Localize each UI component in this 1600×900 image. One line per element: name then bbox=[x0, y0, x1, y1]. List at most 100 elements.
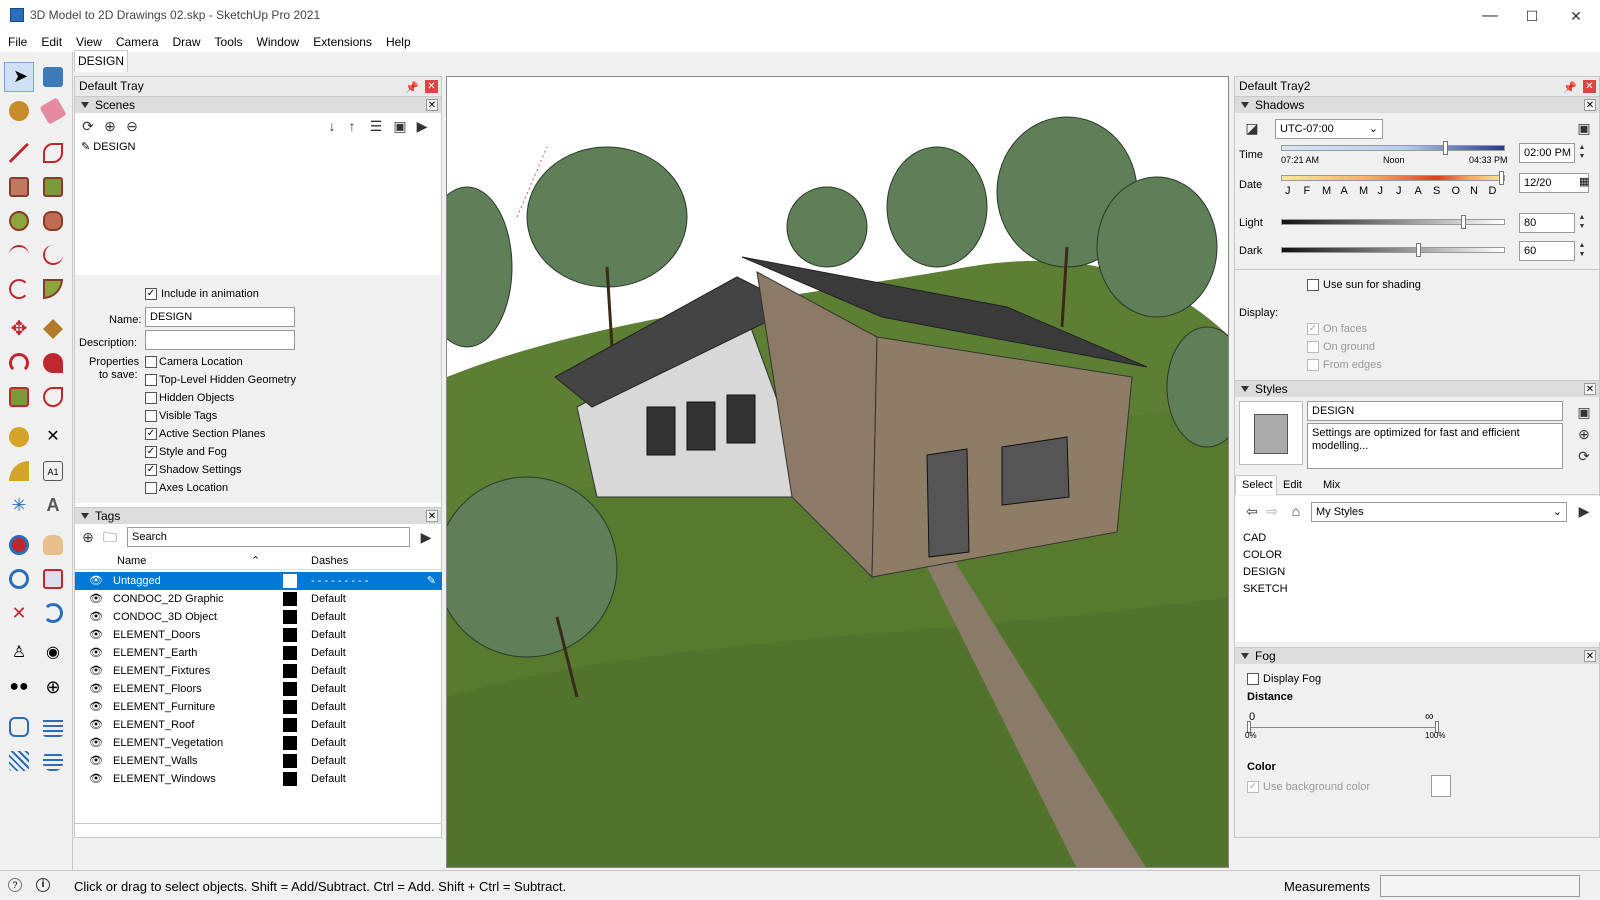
geo-location-icon[interactable]: ? bbox=[8, 878, 22, 892]
remove-scene-button[interactable]: ⊖ bbox=[123, 117, 141, 135]
shadows-details-button[interactable]: ▣ bbox=[1575, 119, 1593, 137]
eye-icon[interactable]: 👁 bbox=[89, 716, 103, 734]
menu-camera[interactable]: Camera bbox=[109, 32, 166, 49]
dark-slider-thumb[interactable] bbox=[1416, 243, 1421, 257]
fog-color-swatch[interactable] bbox=[1431, 775, 1451, 797]
close-panel-button[interactable]: ✕ bbox=[1584, 650, 1596, 662]
orbit-target-button[interactable]: ⊕ bbox=[38, 672, 68, 702]
light-input[interactable]: 80 bbox=[1519, 213, 1575, 233]
time-slider-thumb[interactable] bbox=[1443, 141, 1448, 155]
tag-dashes[interactable]: Default bbox=[311, 752, 346, 770]
minimize-button[interactable]: — bbox=[1470, 4, 1510, 28]
light-spinner[interactable]: ▲ ▼ bbox=[1577, 213, 1587, 233]
tag-dashes[interactable]: Default bbox=[311, 716, 346, 734]
line-tool-button[interactable] bbox=[4, 138, 34, 168]
menu-tools[interactable]: Tools bbox=[208, 32, 250, 49]
make-component-button[interactable] bbox=[38, 62, 68, 92]
close-panel-button[interactable]: ✕ bbox=[426, 99, 438, 111]
tag-color-swatch[interactable] bbox=[283, 682, 297, 696]
tag-color-swatch[interactable] bbox=[283, 592, 297, 606]
menu-extensions[interactable]: Extensions bbox=[306, 32, 379, 49]
previous-view-button[interactable] bbox=[38, 598, 68, 628]
close-panel-button[interactable]: ✕ bbox=[426, 510, 438, 522]
eraser-button[interactable] bbox=[38, 96, 68, 126]
3d-text-button[interactable]: A bbox=[38, 490, 68, 520]
menu-window[interactable]: Window bbox=[250, 32, 307, 49]
display-fog-checkbox[interactable] bbox=[1247, 673, 1259, 685]
from-edges-checkbox[interactable] bbox=[1307, 359, 1319, 371]
close-button[interactable]: ✕ bbox=[1556, 4, 1596, 28]
rectangle-button[interactable] bbox=[4, 172, 34, 202]
property-checkbox[interactable] bbox=[145, 410, 157, 422]
menu-help[interactable]: Help bbox=[379, 32, 418, 49]
styles-menu-button[interactable]: ▶ bbox=[1575, 502, 1593, 520]
circle-button[interactable] bbox=[4, 206, 34, 236]
move-scene-down-button[interactable]: ↓ bbox=[323, 117, 341, 135]
menu-edit[interactable]: Edit bbox=[34, 32, 69, 49]
tab-select[interactable]: Select bbox=[1235, 475, 1277, 495]
property-checkbox[interactable] bbox=[145, 356, 157, 368]
show-details-button[interactable]: ▣ bbox=[391, 117, 409, 135]
table-row[interactable]: 👁 ELEMENT_Earth Default bbox=[75, 644, 442, 662]
tag-color-swatch[interactable] bbox=[283, 700, 297, 714]
pie-button[interactable] bbox=[38, 274, 68, 304]
table-row[interactable]: 👁 CONDOC_2D Graphic Default bbox=[75, 590, 442, 608]
property-checkbox[interactable]: ✓ bbox=[145, 428, 157, 440]
eye-icon[interactable]: 👁 bbox=[89, 644, 103, 662]
offset-button[interactable] bbox=[38, 382, 68, 412]
style-details-button[interactable]: ▣ bbox=[1575, 403, 1593, 421]
date-slider[interactable] bbox=[1281, 175, 1505, 181]
tag-color-swatch[interactable] bbox=[283, 772, 297, 786]
add-tag-button[interactable]: ⊕ bbox=[79, 528, 97, 546]
column-dashes-header[interactable]: Dashes bbox=[311, 555, 348, 567]
light-slider-thumb[interactable] bbox=[1461, 215, 1466, 229]
two-point-arc-button[interactable] bbox=[38, 240, 68, 270]
use-sun-checkbox[interactable] bbox=[1307, 279, 1319, 291]
paint-bucket-button[interactable] bbox=[4, 96, 34, 126]
include-in-animation-checkbox[interactable]: ✓ bbox=[145, 288, 157, 300]
eye-icon[interactable]: 👁 bbox=[89, 608, 103, 626]
table-row[interactable]: 👁 ELEMENT_Furniture Default bbox=[75, 698, 442, 716]
property-checkbox[interactable] bbox=[145, 482, 157, 494]
forward-button[interactable]: ⇨ bbox=[1263, 502, 1281, 520]
scenes-panel-header[interactable]: Scenes ✕ bbox=[75, 96, 441, 113]
close-tray-button[interactable]: ✕ bbox=[425, 80, 438, 93]
tag-dashes[interactable]: Default bbox=[311, 698, 346, 716]
push-pull-button[interactable] bbox=[38, 314, 68, 344]
styles-panel-header[interactable]: Styles ✕ bbox=[1235, 380, 1599, 397]
info-icon[interactable]: i bbox=[36, 878, 50, 892]
time-slider[interactable] bbox=[1281, 145, 1505, 151]
tag-color-swatch[interactable] bbox=[283, 646, 297, 660]
style-description-input[interactable]: Settings are optimized for fast and effi… bbox=[1307, 423, 1563, 469]
light-slider[interactable] bbox=[1281, 219, 1505, 225]
table-row[interactable]: 👁 ELEMENT_Fixtures Default bbox=[75, 662, 442, 680]
show-shadows-toggle[interactable]: ◪ bbox=[1243, 119, 1261, 137]
three-point-arc-button[interactable] bbox=[4, 274, 34, 304]
property-checkbox[interactable]: ✓ bbox=[145, 464, 157, 476]
add-tag-folder-button[interactable]: 🗀 bbox=[101, 528, 119, 546]
date-slider-thumb[interactable] bbox=[1499, 171, 1504, 185]
eye-icon[interactable]: 👁 bbox=[89, 770, 103, 788]
eye-icon[interactable]: 👁 bbox=[89, 680, 103, 698]
add-scene-button[interactable]: ⊕ bbox=[101, 117, 119, 135]
on-ground-checkbox[interactable] bbox=[1307, 341, 1319, 353]
use-background-color-checkbox[interactable]: ✓ bbox=[1247, 781, 1259, 793]
fog-distance-slider[interactable] bbox=[1249, 727, 1439, 728]
scale-button[interactable] bbox=[4, 382, 34, 412]
create-style-button[interactable]: ⊕ bbox=[1575, 425, 1593, 443]
dark-spinner[interactable]: ▲ ▼ bbox=[1577, 241, 1587, 261]
axes-button[interactable]: ✳ bbox=[4, 490, 34, 520]
follow-me-button[interactable] bbox=[38, 348, 68, 378]
tag-color-swatch[interactable] bbox=[283, 736, 297, 750]
table-row[interactable]: 👁 ELEMENT_Walls Default bbox=[75, 752, 442, 770]
tag-dashes[interactable]: - - - - - - - - - bbox=[311, 572, 368, 590]
menu-view[interactable]: View bbox=[69, 32, 109, 49]
list-item[interactable]: COLOR bbox=[1243, 549, 1282, 561]
position-camera-button[interactable]: ♙ bbox=[4, 638, 34, 668]
rotate-button[interactable] bbox=[4, 348, 34, 378]
maximize-button[interactable]: ☐ bbox=[1512, 4, 1552, 28]
timezone-select[interactable]: UTC-07:00 ⌄ bbox=[1275, 119, 1383, 139]
scenes-menu-button[interactable]: ▶ bbox=[413, 117, 431, 135]
sandbox-smoove-button[interactable] bbox=[38, 712, 68, 742]
home-button[interactable]: ⌂ bbox=[1287, 502, 1305, 520]
